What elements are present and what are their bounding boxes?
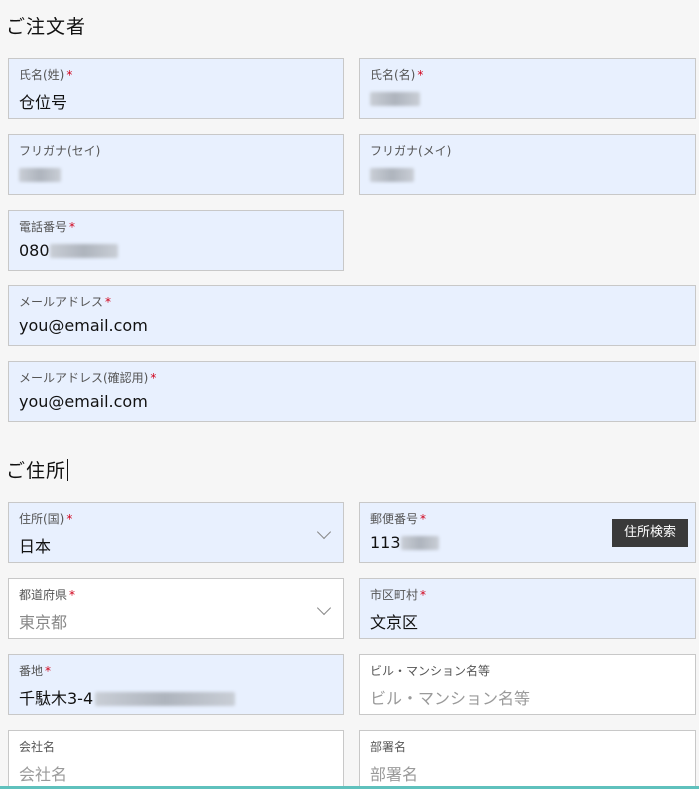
email-label: メールアドレス * [19, 295, 112, 309]
city-field[interactable]: 市区町村 * 文京区 [359, 578, 696, 639]
last-name-label: 氏名(姓) * [19, 68, 73, 82]
email-field[interactable]: メールアドレス * you@email.com [8, 285, 696, 346]
redacted-block [370, 168, 414, 182]
postal-code-value: 113 [370, 533, 439, 552]
department-label: 部署名 [370, 740, 407, 754]
email-value: you@email.com [19, 316, 148, 335]
company-placeholder: 会社名 [19, 765, 68, 784]
email-confirm-field[interactable]: メールアドレス(確認用) * you@email.com [8, 361, 696, 422]
first-name-field[interactable]: 氏名(名) * [359, 58, 696, 119]
last-name-value: 仓位号 [19, 93, 68, 112]
kana-first-name-label: フリガナ(メイ) [370, 144, 452, 158]
street-label: 番地 * [19, 664, 52, 678]
address-search-button[interactable]: 住所検索 [611, 519, 688, 547]
city-value: 文京区 [370, 613, 419, 632]
first-name-label: 氏名(名) * [370, 68, 424, 82]
address-section-title: ご住所 [6, 459, 69, 482]
kana-first-name-value [370, 165, 414, 184]
chevron-down-icon [316, 524, 332, 540]
country-label: 住所(国) * [19, 512, 73, 526]
prefecture-value: 東京都 [19, 613, 68, 632]
country-value: 日本 [19, 537, 52, 556]
street-value: 千駄木3-4 [19, 685, 236, 709]
last-name-field[interactable]: 氏名(姓) * 仓位号 [8, 58, 344, 119]
first-name-value [370, 89, 420, 108]
redacted-block [49, 244, 118, 258]
phone-field[interactable]: 電話番号 * 080 [8, 210, 344, 271]
text-caret [67, 459, 69, 481]
chevron-down-icon [316, 600, 332, 616]
postal-code-label: 郵便番号 * [370, 512, 427, 526]
redacted-block [400, 536, 439, 550]
phone-label: 電話番号 * [19, 220, 76, 234]
kana-last-name-field[interactable]: フリガナ(セイ) [8, 134, 344, 195]
email-confirm-value: you@email.com [19, 392, 148, 411]
redacted-block [19, 168, 61, 182]
company-field[interactable]: 会社名 会社名 [8, 730, 344, 789]
country-select[interactable]: 住所(国) * 日本 [8, 502, 344, 563]
prefecture-label: 都道府県 * [19, 588, 76, 602]
kana-last-name-value [19, 165, 61, 184]
order-form-page: ご注文者 氏名(姓) * 仓位号 氏名(名) * フリガナ(セイ) フリガナ(メイ)… [0, 0, 699, 789]
prefecture-select[interactable]: 都道府県 * 東京都 [8, 578, 344, 639]
redacted-block [370, 92, 420, 106]
orderer-section-title: ご注文者 [6, 16, 87, 38]
building-label: ビル・マンション名等 [370, 664, 491, 678]
building-placeholder: ビル・マンション名等 [370, 689, 531, 708]
street-field[interactable]: 番地 * 千駄木3-4 [8, 654, 344, 715]
email-confirm-label: メールアドレス(確認用) * [19, 371, 157, 385]
building-field[interactable]: ビル・マンション名等 ビル・マンション名等 [359, 654, 696, 715]
postal-code-field[interactable]: 郵便番号 * 113 住所検索 [359, 502, 696, 563]
redacted-block [95, 692, 236, 706]
company-label: 会社名 [19, 740, 56, 754]
phone-value: 080 [19, 241, 118, 260]
department-placeholder: 部署名 [370, 765, 419, 784]
department-field[interactable]: 部署名 部署名 [359, 730, 696, 789]
kana-last-name-label: フリガナ(セイ) [19, 144, 101, 158]
city-label: 市区町村 * [370, 588, 427, 602]
kana-first-name-field[interactable]: フリガナ(メイ) [359, 134, 696, 195]
